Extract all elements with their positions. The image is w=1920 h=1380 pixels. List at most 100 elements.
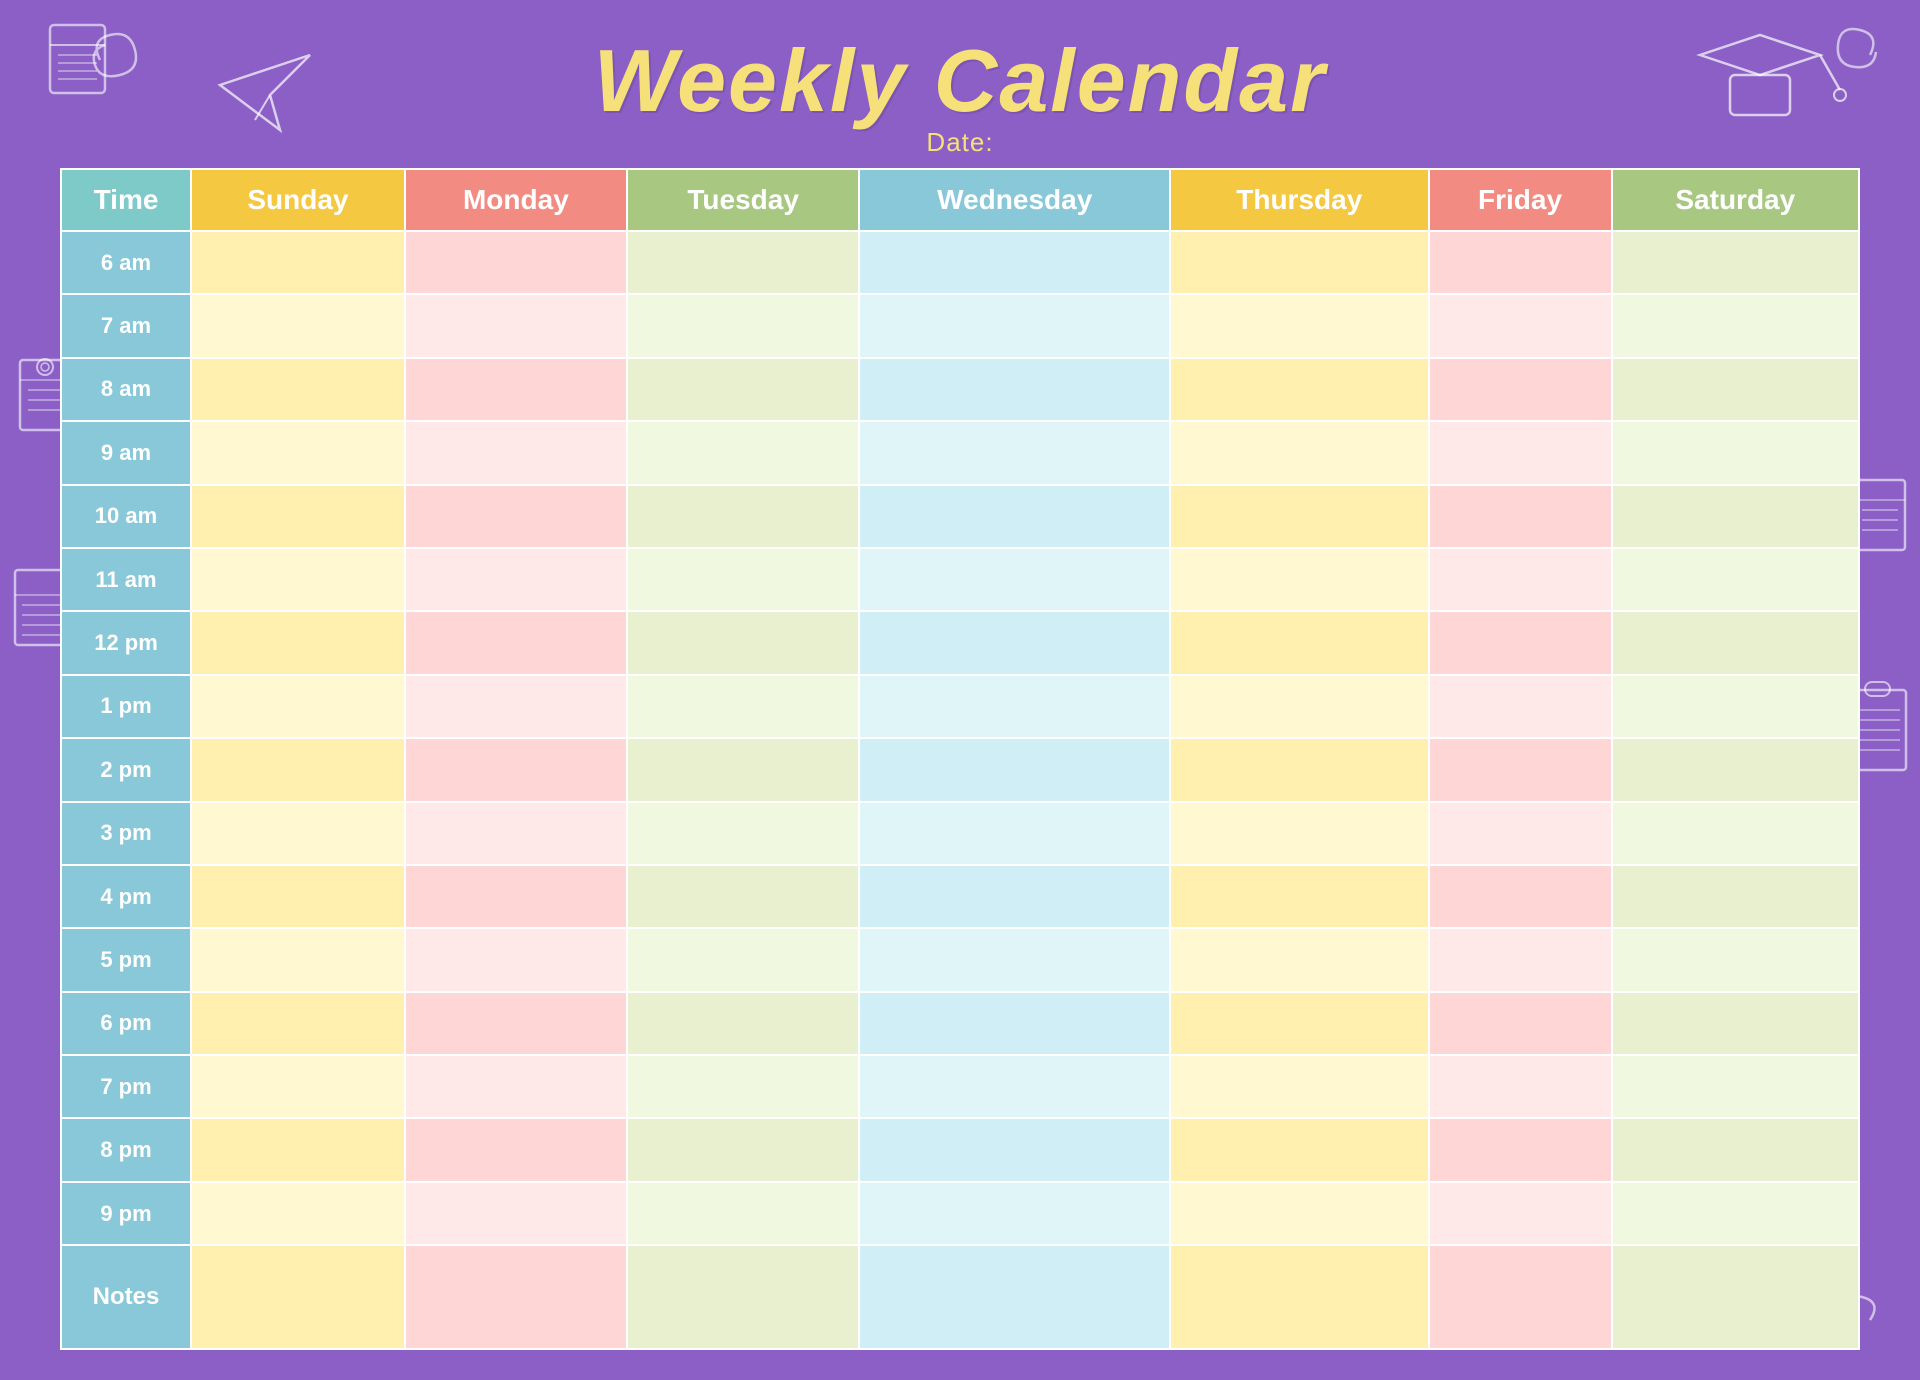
day-cell[interactable] [1429,802,1612,865]
day-cell[interactable] [1612,675,1859,738]
day-cell[interactable] [405,231,627,294]
notes-cell[interactable] [1429,1245,1612,1349]
day-cell[interactable] [859,928,1170,991]
day-cell[interactable] [859,231,1170,294]
day-cell[interactable] [1429,1118,1612,1181]
day-cell[interactable] [405,928,627,991]
day-cell[interactable] [405,358,627,421]
day-cell[interactable] [405,865,627,928]
day-cell[interactable] [1429,548,1612,611]
day-cell[interactable] [191,611,405,674]
day-cell[interactable] [1170,548,1428,611]
day-cell[interactable] [1429,1182,1612,1245]
day-cell[interactable] [627,294,859,357]
day-cell[interactable] [627,1055,859,1118]
day-cell[interactable] [1170,865,1428,928]
day-cell[interactable] [1612,231,1859,294]
day-cell[interactable] [859,358,1170,421]
day-cell[interactable] [191,485,405,548]
day-cell[interactable] [1170,611,1428,674]
day-cell[interactable] [1170,1118,1428,1181]
day-cell[interactable] [859,294,1170,357]
day-cell[interactable] [1170,485,1428,548]
day-cell[interactable] [405,738,627,801]
day-cell[interactable] [405,485,627,548]
day-cell[interactable] [1612,738,1859,801]
day-cell[interactable] [1429,675,1612,738]
day-cell[interactable] [627,611,859,674]
day-cell[interactable] [405,294,627,357]
day-cell[interactable] [859,992,1170,1055]
day-cell[interactable] [859,1055,1170,1118]
day-cell[interactable] [627,992,859,1055]
day-cell[interactable] [1170,231,1428,294]
day-cell[interactable] [1429,928,1612,991]
day-cell[interactable] [405,548,627,611]
day-cell[interactable] [191,421,405,484]
day-cell[interactable] [191,738,405,801]
day-cell[interactable] [1612,802,1859,865]
day-cell[interactable] [1429,611,1612,674]
day-cell[interactable] [191,1118,405,1181]
day-cell[interactable] [1429,865,1612,928]
day-cell[interactable] [627,421,859,484]
day-cell[interactable] [1170,928,1428,991]
day-cell[interactable] [1170,738,1428,801]
day-cell[interactable] [405,675,627,738]
notes-cell[interactable] [405,1245,627,1349]
day-cell[interactable] [1170,1182,1428,1245]
day-cell[interactable] [1612,1118,1859,1181]
day-cell[interactable] [1170,358,1428,421]
day-cell[interactable] [859,548,1170,611]
day-cell[interactable] [1170,421,1428,484]
day-cell[interactable] [191,1055,405,1118]
day-cell[interactable] [1429,231,1612,294]
day-cell[interactable] [627,802,859,865]
day-cell[interactable] [1612,548,1859,611]
day-cell[interactable] [859,611,1170,674]
day-cell[interactable] [191,992,405,1055]
day-cell[interactable] [1612,928,1859,991]
day-cell[interactable] [859,865,1170,928]
day-cell[interactable] [405,421,627,484]
day-cell[interactable] [627,675,859,738]
day-cell[interactable] [1429,485,1612,548]
day-cell[interactable] [191,294,405,357]
day-cell[interactable] [627,485,859,548]
day-cell[interactable] [627,738,859,801]
day-cell[interactable] [1612,358,1859,421]
day-cell[interactable] [1612,992,1859,1055]
day-cell[interactable] [1429,992,1612,1055]
day-cell[interactable] [1612,611,1859,674]
notes-cell[interactable] [627,1245,859,1349]
day-cell[interactable] [191,802,405,865]
day-cell[interactable] [1170,294,1428,357]
day-cell[interactable] [627,1182,859,1245]
day-cell[interactable] [405,992,627,1055]
day-cell[interactable] [627,1118,859,1181]
day-cell[interactable] [859,1182,1170,1245]
day-cell[interactable] [191,358,405,421]
day-cell[interactable] [1429,358,1612,421]
day-cell[interactable] [1612,865,1859,928]
day-cell[interactable] [405,802,627,865]
notes-cell[interactable] [191,1245,405,1349]
day-cell[interactable] [405,611,627,674]
day-cell[interactable] [405,1118,627,1181]
notes-cell[interactable] [1612,1245,1859,1349]
day-cell[interactable] [627,231,859,294]
day-cell[interactable] [1612,421,1859,484]
day-cell[interactable] [859,485,1170,548]
day-cell[interactable] [1429,421,1612,484]
day-cell[interactable] [627,928,859,991]
day-cell[interactable] [191,548,405,611]
day-cell[interactable] [1170,992,1428,1055]
notes-cell[interactable] [859,1245,1170,1349]
day-cell[interactable] [859,738,1170,801]
notes-cell[interactable] [1170,1245,1428,1349]
day-cell[interactable] [1612,1182,1859,1245]
day-cell[interactable] [1170,802,1428,865]
day-cell[interactable] [859,802,1170,865]
day-cell[interactable] [859,421,1170,484]
day-cell[interactable] [859,1118,1170,1181]
